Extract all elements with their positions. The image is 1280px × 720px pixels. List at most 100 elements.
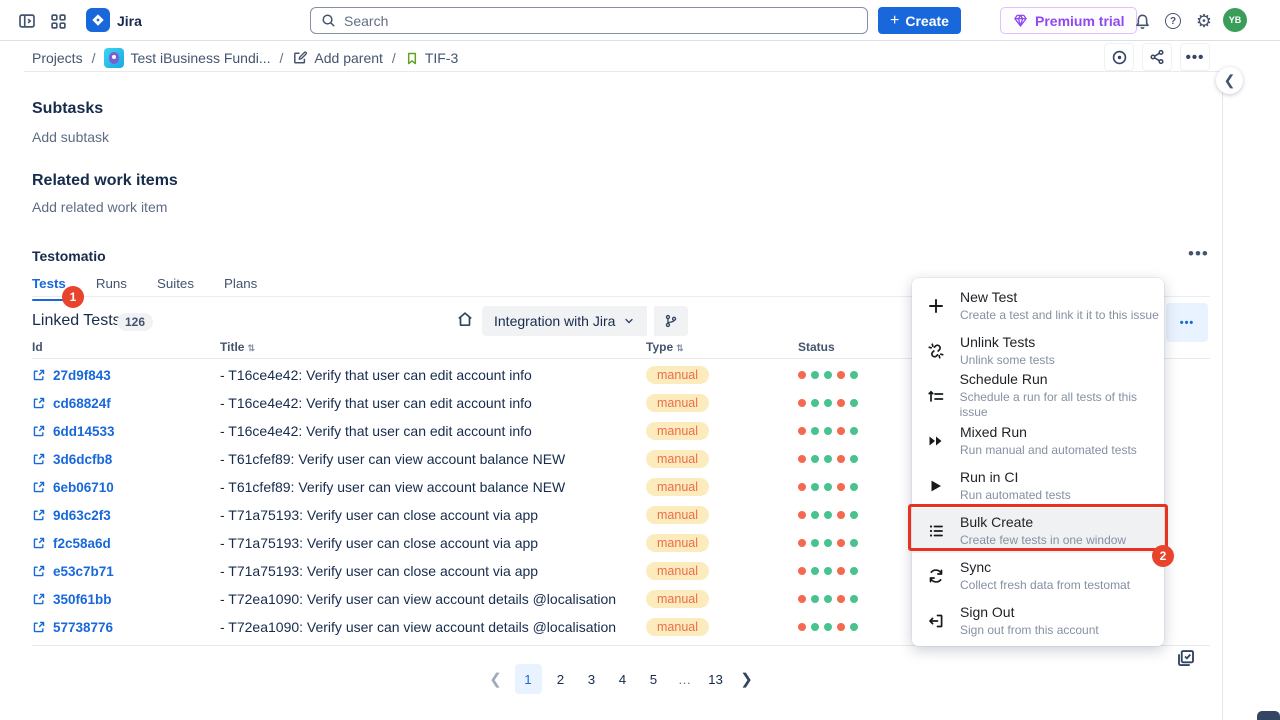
help-icon[interactable]: ? — [1162, 11, 1184, 31]
settings-gear-icon[interactable]: ⚙ — [1193, 11, 1215, 31]
status-dot-green — [811, 511, 819, 519]
test-id-link[interactable]: 3d6dcfb8 — [32, 452, 220, 467]
status-dot-green — [824, 511, 832, 519]
test-title: - T16ce4e42: Verify that user can edit a… — [220, 423, 646, 439]
add-related-item-button[interactable]: Add related work item — [32, 199, 167, 215]
menu-item-bulk-create[interactable]: Bulk CreateCreate few tests in one windo… — [912, 508, 1164, 553]
bulk-list-icon — [926, 522, 946, 540]
tab-suites[interactable]: Suites — [157, 276, 194, 301]
search-input[interactable] — [344, 13, 857, 29]
test-id-link[interactable]: 57738776 — [32, 620, 220, 635]
testomatio-more-icon[interactable]: ••• — [1188, 244, 1209, 264]
test-title: - T71a75193: Verify user can close accou… — [220, 535, 646, 551]
watch-eye-icon[interactable] — [1104, 43, 1134, 71]
app-switcher-icon[interactable] — [47, 11, 69, 31]
linked-tests-more-icon[interactable]: ••• — [1166, 303, 1208, 342]
menu-item-subtitle: Run automated tests — [960, 488, 1071, 503]
column-header-id[interactable]: Id — [32, 340, 220, 358]
status-dot-red — [798, 399, 806, 407]
test-id-link[interactable]: 350f61bb — [32, 592, 220, 607]
menu-item-run-in-ci[interactable]: Run in CIRun automated tests — [912, 463, 1164, 508]
pagination-page-5[interactable]: 5 — [642, 664, 666, 694]
column-header-type[interactable]: Type⇅ — [646, 340, 798, 358]
add-parent-button[interactable]: Add parent — [292, 50, 383, 66]
chevron-down-icon — [623, 315, 635, 327]
add-subtask-button[interactable]: Add subtask — [32, 129, 109, 145]
test-id-link[interactable]: 6dd14533 — [32, 424, 220, 439]
premium-trial-button[interactable]: Premium trial — [1000, 7, 1137, 34]
status-dot-green — [811, 427, 819, 435]
issue-header-actions: ••• — [1104, 43, 1210, 71]
pagination-prev-icon[interactable]: ❮ — [484, 664, 508, 694]
pagination-page-4[interactable]: 4 — [611, 664, 635, 694]
menu-item-title: Sync — [960, 559, 1130, 576]
pagination-page-13[interactable]: 13 — [704, 664, 728, 694]
menu-item-new-test[interactable]: New TestCreate a test and link it it to … — [912, 283, 1164, 328]
pagination-ellipsis: … — [673, 664, 697, 694]
status-dot-red — [837, 567, 845, 575]
status-dot-green — [850, 399, 858, 407]
menu-item-schedule-run[interactable]: Schedule RunSchedule a run for all tests… — [912, 373, 1164, 418]
project-selector-dropdown[interactable]: Integration with Jira — [482, 306, 647, 336]
status-dot-green — [824, 455, 832, 463]
menu-item-unlink-tests[interactable]: Unlink TestsUnlink some tests — [912, 328, 1164, 373]
share-icon[interactable] — [1142, 43, 1172, 71]
tab-runs[interactable]: Runs — [96, 276, 127, 301]
status-dot-red — [837, 511, 845, 519]
status-dot-green — [824, 483, 832, 491]
status-dot-green — [824, 567, 832, 575]
status-dot-red — [837, 483, 845, 491]
pagination-next-icon[interactable]: ❯ — [735, 664, 759, 694]
breadcrumb-projects[interactable]: Projects — [32, 50, 83, 66]
branch-icon[interactable] — [652, 306, 688, 336]
status-dot-red — [798, 483, 806, 491]
collapse-panel-chevron-icon[interactable]: ❮ — [1216, 67, 1243, 94]
test-id-link[interactable]: e53c7b71 — [32, 564, 220, 579]
status-dot-green — [850, 623, 858, 631]
test-title: - T16ce4e42: Verify that user can edit a… — [220, 395, 646, 411]
avatar[interactable]: YB — [1223, 8, 1247, 32]
sidebar-toggle-icon[interactable] — [16, 11, 38, 31]
create-button[interactable]: + Create — [878, 7, 961, 34]
menu-item-mixed-run[interactable]: Mixed RunRun manual and automated tests — [912, 418, 1164, 463]
status-dot-green — [850, 427, 858, 435]
breadcrumb-issue[interactable]: TIF-3 — [405, 50, 458, 66]
menu-item-sync[interactable]: SyncCollect fresh data from testomat — [912, 553, 1164, 598]
column-header-title[interactable]: Title⇅ — [220, 340, 646, 358]
test-id-link[interactable]: 9d63c2f3 — [32, 508, 220, 523]
status-dot-red — [837, 427, 845, 435]
home-icon[interactable] — [456, 310, 474, 328]
test-id-link[interactable]: cd68824f — [32, 396, 220, 411]
status-dot-green — [824, 595, 832, 603]
tab-plans[interactable]: Plans — [224, 276, 257, 301]
pagination-page-3[interactable]: 3 — [580, 664, 604, 694]
search-bar[interactable] — [310, 7, 868, 34]
pagination-page-1[interactable]: 1 — [515, 664, 542, 694]
test-id-link[interactable]: f2c58a6d — [32, 536, 220, 551]
more-actions-icon[interactable]: ••• — [1180, 43, 1210, 71]
test-id-link[interactable]: 27d9f843 — [32, 368, 220, 383]
menu-item-sign-out[interactable]: Sign OutSign out from this account — [912, 598, 1164, 643]
breadcrumb-project[interactable]: Test iBusiness Fundi... — [104, 48, 270, 68]
menu-item-title: Mixed Run — [960, 424, 1137, 441]
breadcrumb-separator: / — [92, 50, 96, 66]
sync-icon — [926, 567, 946, 585]
search-icon — [321, 13, 336, 28]
breadcrumb-separator: / — [392, 50, 396, 66]
external-link-icon — [32, 452, 46, 466]
type-badge: manual — [646, 450, 709, 468]
notifications-bell-icon[interactable] — [1131, 11, 1153, 31]
external-link-icon — [32, 592, 46, 606]
sort-icon: ⇅ — [676, 343, 684, 353]
jira-logo-icon[interactable] — [86, 8, 110, 32]
status-dot-green — [824, 539, 832, 547]
pagination-page-2[interactable]: 2 — [549, 664, 573, 694]
test-id-link[interactable]: 6eb06710 — [32, 480, 220, 495]
plus-icon — [926, 297, 946, 315]
status-dot-red — [837, 455, 845, 463]
tab-tests[interactable]: Tests — [32, 276, 66, 301]
status-dot-red — [837, 623, 845, 631]
status-dot-green — [824, 371, 832, 379]
multi-select-icon[interactable] — [1176, 648, 1196, 668]
status-dot-red — [798, 427, 806, 435]
